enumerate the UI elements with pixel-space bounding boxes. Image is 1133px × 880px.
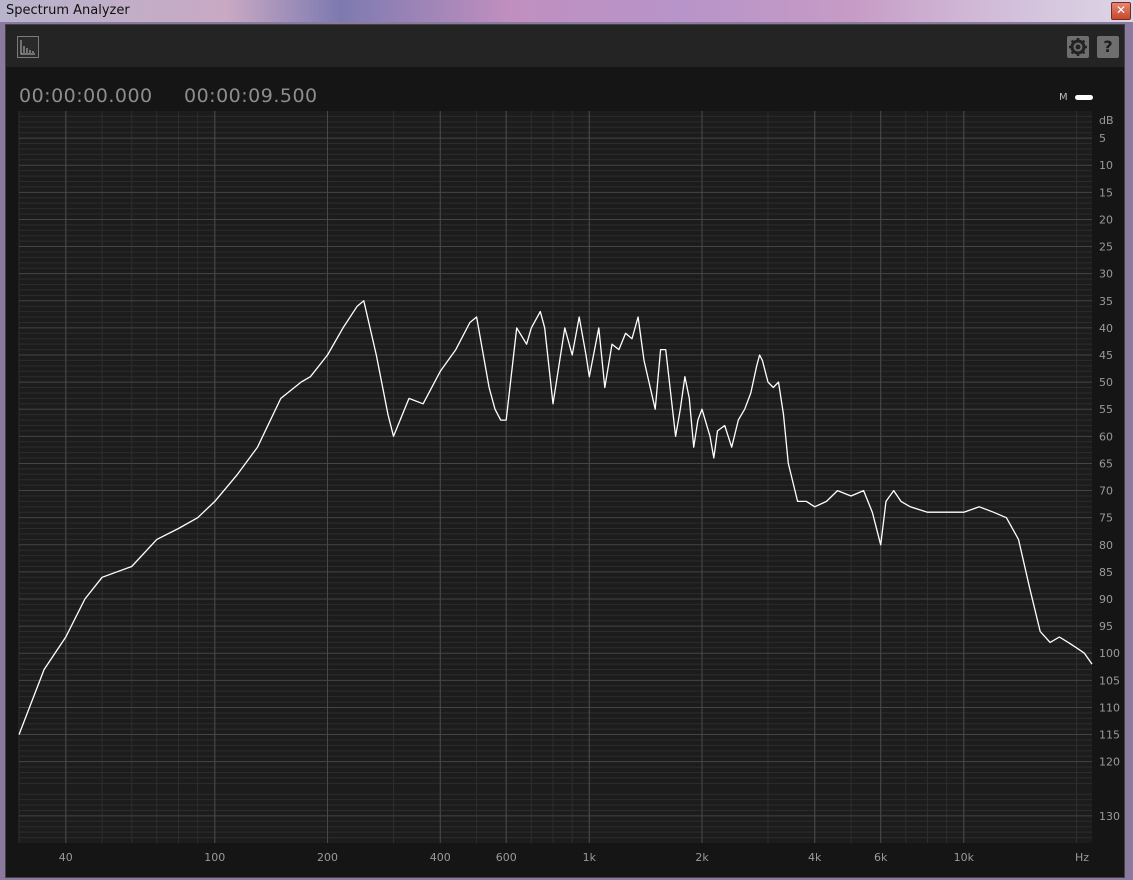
y-tick-label: 130	[1099, 810, 1120, 823]
x-tick-label: 10k	[954, 851, 975, 864]
y-tick-labels: 5 10 15 20 25 30 35 40 45 50 55 60 65 70 75 80 85 90 95 100…	[1099, 132, 1120, 823]
y-tick-label: 110	[1099, 701, 1120, 714]
close-button[interactable]: ✕	[1111, 2, 1131, 20]
x-tick-label: 2k	[695, 851, 709, 864]
y-tick-label: 45	[1099, 349, 1113, 362]
y-tick-label: 55	[1099, 403, 1113, 416]
y-axis-label: dB	[1099, 114, 1114, 127]
x-axis-unit-label: Hz	[1075, 851, 1089, 864]
y-tick-label: 100	[1099, 647, 1120, 660]
y-tick-label: 50	[1099, 376, 1113, 389]
y-tick-label: 20	[1099, 213, 1113, 226]
spectrum-chart: 40 100 200 400 600 1k 2k 4k 6k 10k 5 10 15 20 25 30 35 4…	[18, 111, 1120, 864]
x-tick-labels: 40 100 200 400 600 1k 2k 4k 6k 10k	[59, 851, 975, 864]
y-tick-label: 90	[1099, 593, 1113, 606]
x-tick-label: 200	[317, 851, 338, 864]
title-bar: Spectrum Analyzer ✕	[0, 0, 1133, 22]
y-tick-label: 115	[1099, 729, 1120, 742]
y-tick-label: 30	[1099, 268, 1113, 281]
x-tick-label: 4k	[808, 851, 822, 864]
x-tick-label: 40	[59, 851, 73, 864]
x-tick-label: 100	[204, 851, 225, 864]
y-tick-label: 70	[1099, 485, 1113, 498]
y-tick-label: 40	[1099, 322, 1113, 335]
x-tick-label: 1k	[583, 851, 597, 864]
y-tick-label: 10	[1099, 159, 1113, 172]
y-tick-label: 80	[1099, 539, 1113, 552]
x-tick-label: 400	[430, 851, 451, 864]
y-tick-label: 65	[1099, 457, 1113, 470]
y-tick-label: 35	[1099, 295, 1113, 308]
y-tick-label: 85	[1099, 566, 1113, 579]
y-tick-label: 95	[1099, 620, 1113, 633]
y-tick-label: 5	[1099, 132, 1106, 145]
y-tick-label: 120	[1099, 756, 1120, 769]
y-tick-label: 15	[1099, 186, 1113, 199]
window-frame: ? 00:00:00.000 00:00:09.500 M 40 100 200 40…	[0, 22, 1133, 880]
y-tick-label: 105	[1099, 674, 1120, 687]
y-tick-label: 25	[1099, 241, 1113, 254]
y-tick-label: 60	[1099, 430, 1113, 443]
analyzer-panel: ? 00:00:00.000 00:00:09.500 M 40 100 200 40…	[5, 24, 1125, 878]
x-tick-label: 6k	[874, 851, 888, 864]
plot-area	[19, 111, 1092, 843]
x-tick-label: 600	[496, 851, 517, 864]
window-title: Spectrum Analyzer	[6, 3, 130, 18]
y-tick-label: 75	[1099, 512, 1113, 525]
